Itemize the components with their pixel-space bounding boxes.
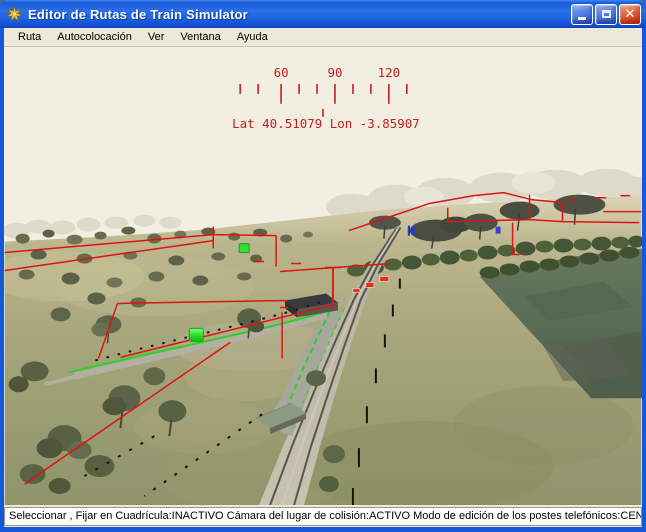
marker-blue-object-2[interactable]: [496, 227, 501, 234]
app-window: Editor de Rutas de Train Simulator ✕ Rut…: [0, 0, 646, 532]
close-button[interactable]: ✕: [619, 4, 641, 25]
menu-bar: Ruta Autocolocación Ver Ventana Ayuda: [4, 28, 642, 47]
scene-3d: 60 90 120 Lat 40.51079 Lon -3.85907: [4, 47, 642, 505]
status-text: Seleccionar , Fijar en Cuadrícula:INACTI…: [4, 507, 642, 526]
maximize-button[interactable]: [595, 4, 617, 25]
compass-label-90: 90: [327, 65, 342, 80]
menu-item-ver[interactable]: Ver: [140, 29, 173, 45]
compass-label-120: 120: [378, 65, 401, 80]
marker-green-cube[interactable]: [189, 328, 203, 341]
menu-item-autocolocacion[interactable]: Autocolocación: [49, 29, 140, 45]
compass-label-60: 60: [274, 65, 289, 80]
menu-item-ruta[interactable]: Ruta: [10, 29, 49, 45]
marker-green-cube-2[interactable]: [239, 244, 249, 253]
viewport-3d[interactable]: 60 90 120 Lat 40.51079 Lon -3.85907: [4, 47, 642, 505]
position-readout: Lat 40.51079 Lon -3.85907: [232, 116, 420, 131]
window-title: Editor de Rutas de Train Simulator: [28, 7, 571, 22]
close-icon: ✕: [625, 8, 636, 21]
minimize-icon: [578, 17, 586, 20]
minimize-button[interactable]: [571, 4, 593, 25]
app-icon: [6, 6, 23, 23]
menu-item-ayuda[interactable]: Ayuda: [229, 29, 276, 45]
status-bar: Seleccionar , Fijar en Cuadrícula:INACTI…: [4, 505, 642, 527]
title-bar[interactable]: Editor de Rutas de Train Simulator ✕: [0, 0, 646, 28]
maximize-icon: [602, 10, 611, 18]
menu-item-ventana[interactable]: Ventana: [172, 29, 228, 45]
